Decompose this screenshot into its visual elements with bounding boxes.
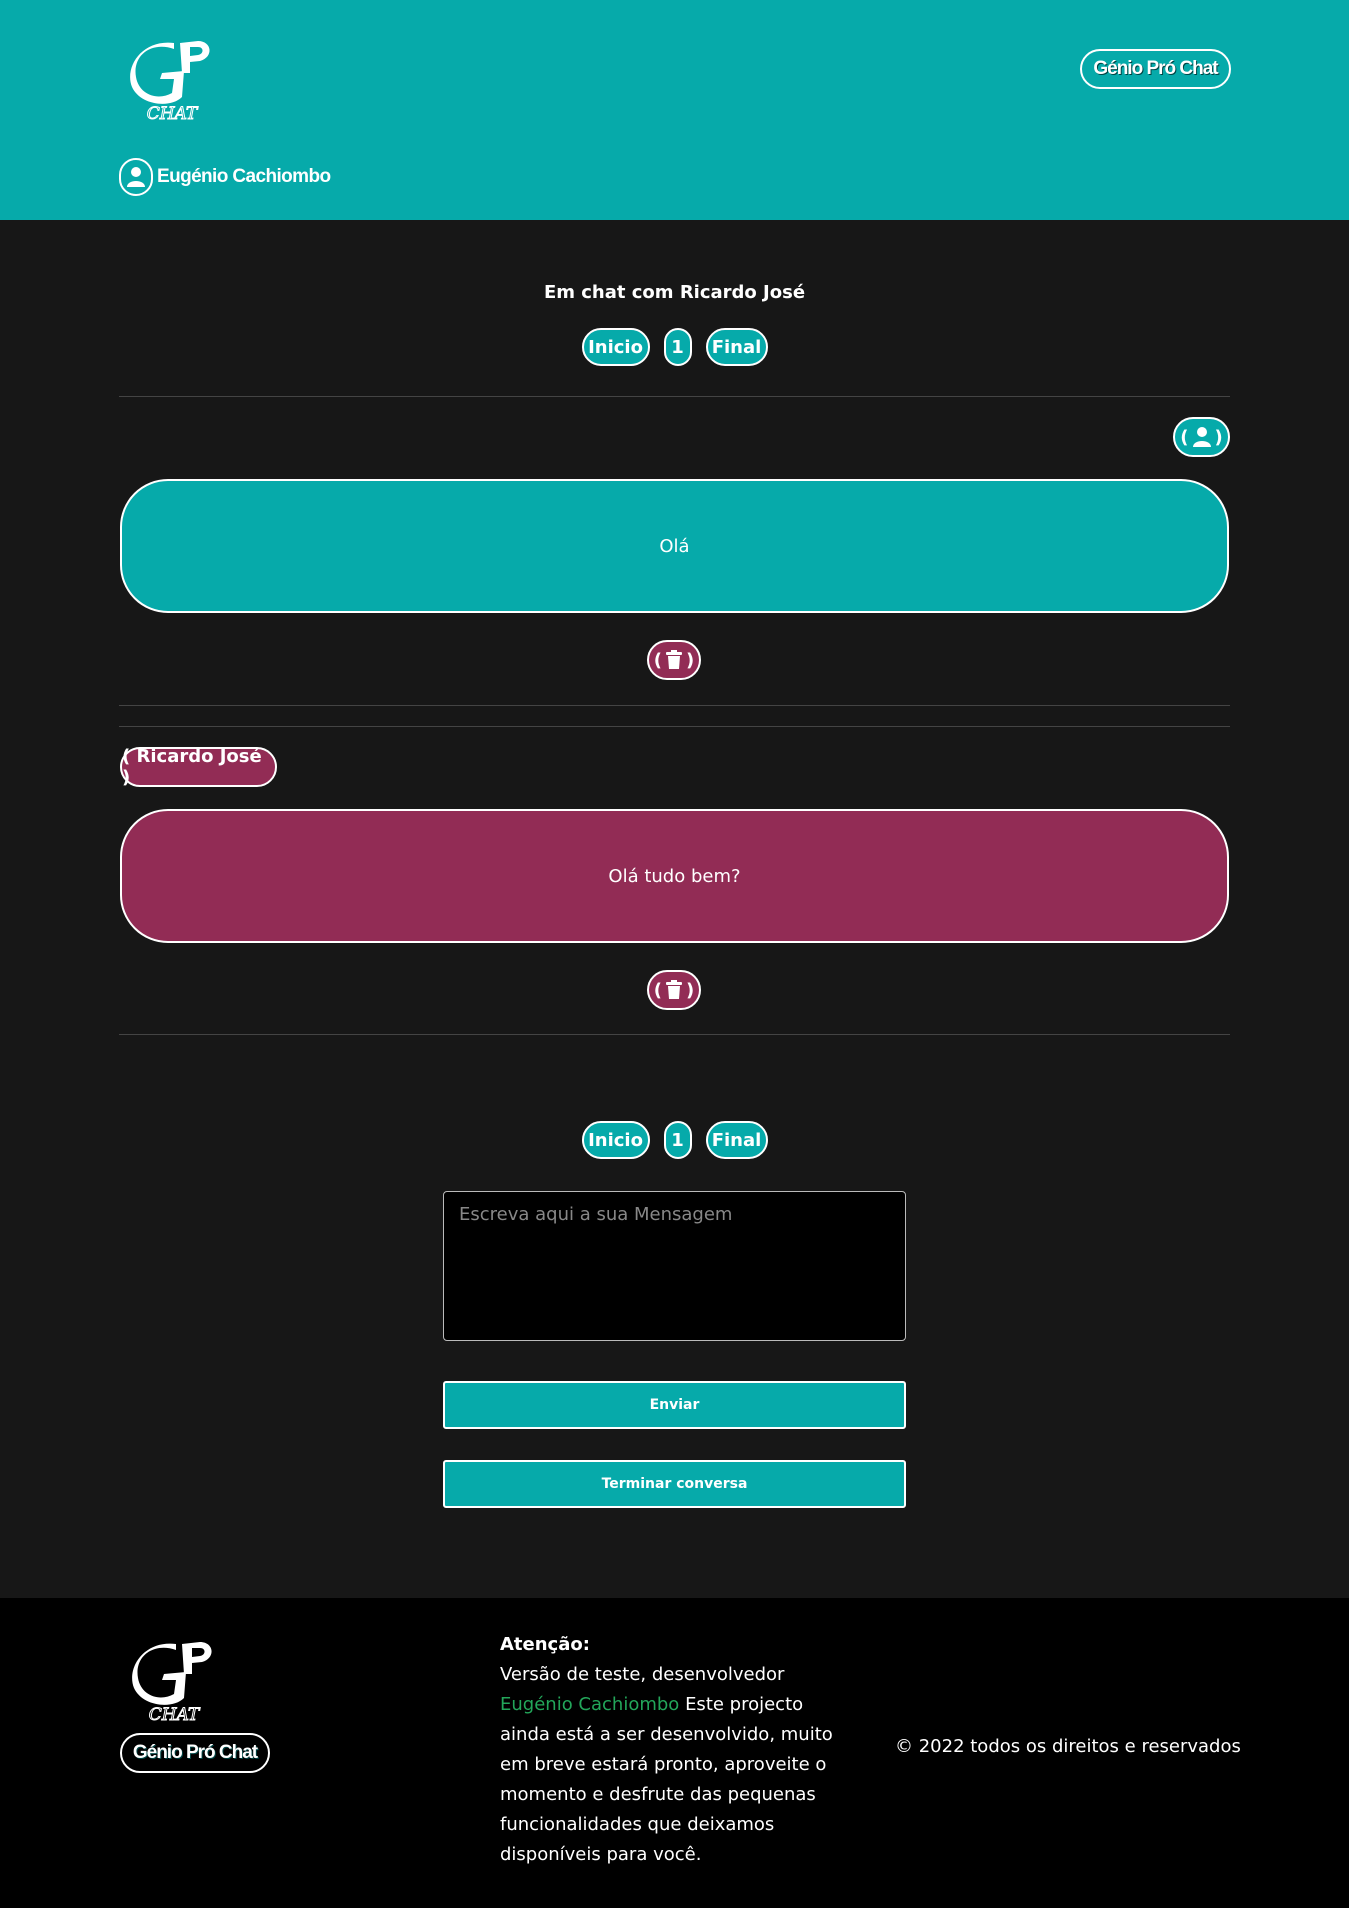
pager-end-button[interactable]: Final [705,328,768,366]
notice: Atenção: Versão de teste, desenvolvedor … [500,1630,840,1870]
header: CHAT Génio Pró Chat Eugénio Cachiombo [0,0,1349,220]
user-icon [119,158,153,196]
current-user[interactable]: Eugénio Cachiombo [119,158,331,196]
pager-end-button[interactable]: Final [705,1121,768,1159]
delete-message-button[interactable]: ( ) [647,640,701,680]
divider [119,726,1230,727]
end-chat-button[interactable]: Terminar conversa [443,1460,906,1508]
copyright: © 2022 todos os direitos e reservados [895,1736,1241,1757]
divider [119,1034,1230,1035]
message-input[interactable]: Escreva aqui a sua Mensagem [443,1191,906,1341]
logo-icon[interactable]: CHAT [122,35,222,125]
brand-button[interactable]: Génio Pró Chat [1080,49,1231,89]
pagination-top: Inicio 1 Final [0,328,1349,366]
notice-title: Atenção: [500,1634,590,1655]
svg-text:CHAT: CHAT [147,104,199,124]
trash-icon [665,980,683,1000]
pager-start-button[interactable]: Inicio [581,328,650,366]
sender-avatar-button[interactable]: ( ) [1173,417,1230,457]
pager-start-button[interactable]: Inicio [581,1121,650,1159]
notice-body: Este projecto ainda está a ser desenvolv… [500,1694,833,1865]
user-icon [1192,426,1212,448]
send-button[interactable]: Enviar [443,1381,906,1429]
sender-name-badge[interactable]: ( Ricardo José ) [120,746,277,788]
trash-icon [665,650,683,670]
pagination-bottom: Inicio 1 Final [0,1121,1349,1159]
message-bubble: Olá tudo bem? [120,809,1229,943]
divider [119,396,1230,397]
message-bubble: Olá [120,479,1229,613]
pager-page-button[interactable]: 1 [663,1121,692,1159]
footer-brand-button[interactable]: Génio Pró Chat [120,1733,270,1773]
notice-lead: Versão de teste, desenvolvedor [500,1664,785,1685]
user-name: Eugénio Cachiombo [157,166,331,187]
svg-text:CHAT: CHAT [149,1705,201,1725]
logo-icon[interactable]: CHAT [124,1636,224,1726]
pager-page-button[interactable]: 1 [663,328,692,366]
divider [119,705,1230,706]
developer-link[interactable]: Eugénio Cachiombo [500,1694,679,1715]
chat-area: Em chat com Ricardo José Inicio 1 Final … [0,220,1349,1598]
footer: CHAT Génio Pró Chat Atenção: Versão de t… [0,1598,1349,1908]
chat-title: Em chat com Ricardo José [543,282,806,303]
delete-message-button[interactable]: ( ) [647,970,701,1010]
